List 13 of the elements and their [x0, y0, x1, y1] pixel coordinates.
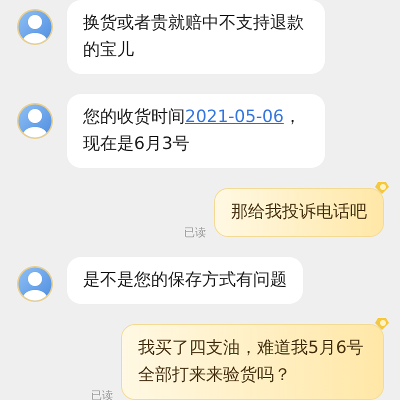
message-text: 您的收货时间2021-05-06，现在是6月3号	[83, 106, 302, 156]
message-text: 那给我投诉电话吧	[231, 201, 367, 224]
tag-icon	[374, 317, 390, 331]
date-link[interactable]: 2021-05-06	[185, 107, 284, 127]
message-text: 换货或者贵就赔中不支持退款的宝儿	[83, 12, 305, 62]
avatar-icon[interactable]	[16, 8, 54, 46]
avatar-icon[interactable]	[16, 102, 54, 140]
avatar-icon[interactable]	[16, 265, 54, 303]
message-text: 我买了四支油，难道我5月6号全部打来来验货吗？	[138, 337, 365, 387]
read-status: 已读	[184, 224, 206, 240]
message-text: 是不是您的保存方式有问题	[83, 269, 287, 292]
read-status: 已读	[91, 388, 113, 400]
tag-icon	[374, 181, 390, 195]
